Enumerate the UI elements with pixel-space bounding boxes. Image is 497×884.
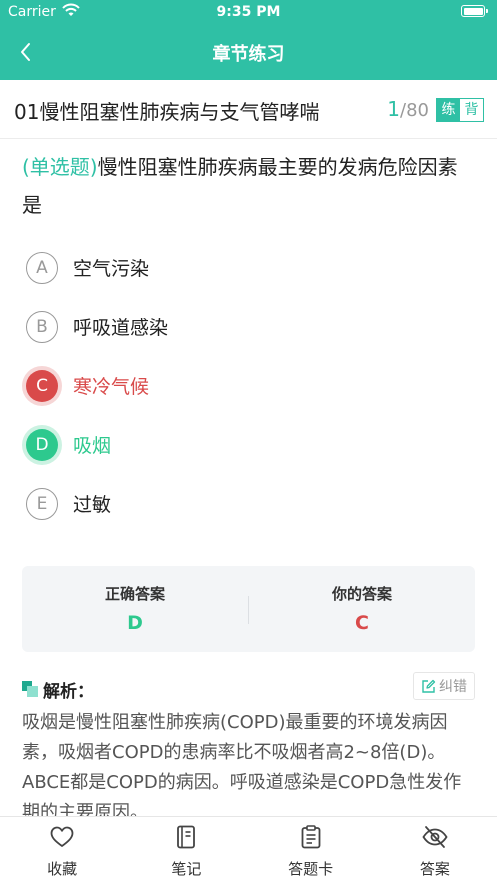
edit-icon — [422, 679, 436, 693]
top-bar: Carrier 9:35 PM 章节练习 — [0, 0, 497, 80]
eye-off-icon — [422, 826, 448, 848]
battery-icon — [461, 5, 488, 17]
option-a[interactable]: A 空气污染 — [26, 238, 466, 297]
correct-answer-column: 正确答案 D — [22, 566, 248, 652]
tab-notes[interactable]: 笔记 — [124, 817, 248, 884]
bottom-tab-bar: 收藏 笔记 答题卡 答案 — [0, 816, 497, 884]
status-bar: Carrier 9:35 PM — [0, 0, 497, 26]
tab-favorite[interactable]: 收藏 — [0, 817, 124, 884]
option-c[interactable]: C 寒冷气候 — [26, 356, 466, 415]
section-marker-icon — [22, 681, 38, 697]
tab-answer-card-label: 答题卡 — [288, 860, 334, 878]
option-text: 过敏 — [73, 494, 112, 516]
your-answer-value: C — [355, 612, 369, 634]
correction-button[interactable]: 纠错 — [413, 672, 475, 700]
correct-answer-value: D — [127, 612, 143, 634]
analysis-title: 解析： — [43, 682, 94, 702]
tab-answer-label: 答案 — [419, 860, 450, 878]
chapter-header: 01慢性阻塞性肺疾病与支气管哮喘 1/80 练 背 — [0, 80, 497, 139]
heart-icon — [50, 826, 74, 847]
option-letter: B — [26, 311, 58, 343]
page-title: 章节练习 — [212, 44, 285, 65]
navigation-bar: 章节练习 — [0, 30, 497, 74]
answer-summary: 正确答案 D 你的答案 C — [22, 566, 475, 652]
your-answer-column: 你的答案 C — [249, 566, 475, 652]
mode-recite[interactable]: 背 — [460, 99, 483, 121]
option-text: 吸烟 — [73, 435, 112, 457]
notebook-icon — [177, 825, 196, 849]
option-letter: D — [26, 429, 58, 461]
option-b[interactable]: B 呼吸道感染 — [26, 297, 466, 356]
tab-notes-label: 笔记 — [171, 860, 202, 878]
current-question-number: 1 — [387, 97, 401, 121]
mode-practice[interactable]: 练 — [437, 99, 460, 121]
total-questions: /80 — [400, 100, 429, 121]
analysis-header: 解析： 纠错 — [22, 672, 475, 702]
question-stem: (单选题)慢性阻塞性肺疾病最主要的发病危险因素是 — [22, 148, 477, 224]
option-d[interactable]: D 吸烟 — [26, 415, 466, 474]
option-letter: E — [26, 488, 58, 520]
your-answer-label: 你的答案 — [331, 585, 392, 603]
analysis-text: 吸烟是慢性阻塞性肺疾病(COPD)最重要的环境发病因素，吸烟者COPD的患病率比… — [22, 712, 462, 816]
option-text: 呼吸道感染 — [73, 317, 169, 339]
tab-answer-card[interactable]: 答题卡 — [249, 817, 373, 884]
option-letter: A — [26, 252, 58, 284]
question-type: (单选题) — [22, 155, 98, 179]
chapter-name: 01慢性阻塞性肺疾病与支气管哮喘 — [14, 100, 320, 124]
option-e[interactable]: E 过敏 — [26, 474, 466, 533]
question-counter: 1/80 — [387, 97, 429, 121]
correct-answer-label: 正确答案 — [104, 585, 165, 603]
clipboard-icon — [301, 825, 321, 849]
option-letter: C — [26, 370, 58, 402]
option-text: 空气污染 — [73, 258, 150, 280]
correction-label: 纠错 — [439, 679, 467, 695]
option-list: A 空气污染 B 呼吸道感染 C 寒冷气候 D 吸烟 E 过敏 — [26, 238, 466, 533]
clock: 9:35 PM — [216, 4, 281, 20]
tab-answer[interactable]: 答案 — [373, 817, 497, 884]
mode-switch[interactable]: 练 背 — [436, 98, 484, 122]
tab-favorite-label: 收藏 — [47, 860, 78, 878]
option-text: 寒冷气候 — [73, 376, 150, 398]
